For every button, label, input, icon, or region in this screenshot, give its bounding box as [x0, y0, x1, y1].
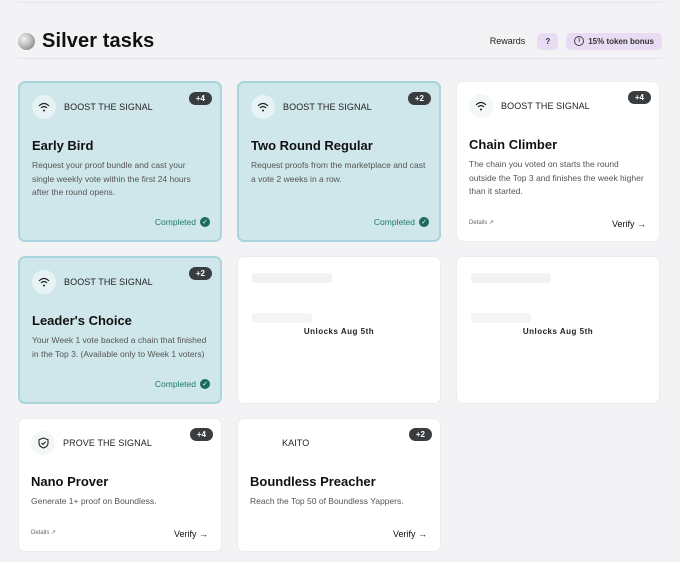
task-card-locked-1: Unlocks Aug 5th	[237, 256, 441, 404]
placeholder-bar	[471, 313, 531, 323]
check-circle-icon: ✓	[200, 379, 210, 389]
details-label: Details	[31, 530, 50, 536]
verify-button[interactable]: Verify →	[393, 529, 427, 539]
task-category: BOOST THE SIGNAL	[501, 101, 590, 111]
points-badge: +4	[189, 428, 213, 441]
points-badge: +2	[188, 267, 212, 280]
status-label: Completed	[373, 217, 415, 227]
task-description: Reach the Top 50 of Boundless Yappers.	[250, 496, 404, 506]
check-circle-icon: ✓	[419, 217, 429, 227]
shield-check-icon	[31, 431, 55, 455]
check-circle-icon: ✓	[200, 217, 210, 227]
task-name: Boundless Preacher	[250, 474, 376, 489]
task-description: The chain you voted on starts the round …	[469, 159, 644, 196]
task-name: Two Round Regular	[251, 138, 373, 153]
completed-status: Completed ✓	[374, 217, 429, 227]
token-bonus-label: 15% token bonus	[588, 36, 654, 46]
task-category: BOOST THE SIGNAL	[283, 102, 372, 112]
rewards-link[interactable]: Rewards	[490, 36, 526, 46]
task-card-chain-climber[interactable]: BOOST THE SIGNAL +4 Chain Climber The ch…	[456, 81, 660, 242]
task-card-nano-prover[interactable]: PROVE THE SIGNAL +4 Nano Prover Generate…	[18, 418, 222, 552]
placeholder-bar	[252, 273, 332, 283]
task-name: Chain Climber	[469, 137, 558, 152]
placeholder-bar	[471, 273, 551, 283]
page-title: Silver tasks	[42, 29, 155, 52]
verify-button[interactable]: Verify →	[174, 529, 208, 539]
details-link[interactable]: Details ↗	[31, 529, 56, 536]
top-border	[18, 2, 662, 3]
wifi-signal-icon	[32, 95, 56, 119]
task-description: Request your proof bundle and cast your …	[32, 160, 191, 197]
verify-label: Verify	[173, 529, 197, 539]
verify-label: Verify	[611, 219, 635, 229]
task-card-early-bird[interactable]: BOOST THE SIGNAL +4 Early Bird Request y…	[18, 81, 222, 242]
unlock-date-label: Unlocks Aug 5th	[303, 327, 375, 336]
task-category: BOOST THE SIGNAL	[64, 102, 153, 112]
task-description: Request proofs from the marketplace and …	[251, 160, 426, 184]
task-card-leaders-choice[interactable]: BOOST THE SIGNAL +2 Leader's Choice Your…	[18, 256, 222, 404]
task-description: Your Week 1 vote backed a chain that fin…	[32, 335, 207, 359]
header-divider	[18, 58, 662, 59]
external-link-icon: ↗	[51, 530, 57, 536]
details-link[interactable]: Details ↗	[469, 219, 494, 226]
task-name: Leader's Choice	[32, 313, 132, 328]
help-button[interactable]: ?	[537, 32, 559, 50]
details-label: Details	[469, 220, 488, 226]
placeholder-bar	[252, 313, 312, 323]
arrow-right-icon: →	[199, 529, 208, 539]
wifi-signal-icon	[32, 270, 56, 294]
unlock-date-label: Unlocks Aug 5th	[522, 327, 594, 336]
points-badge: +2	[408, 428, 432, 441]
points-badge: +4	[627, 91, 651, 104]
info-icon: i	[574, 36, 585, 46]
verify-label: Verify	[392, 529, 416, 539]
completed-status: Completed ✓	[155, 217, 210, 227]
task-category: KAITO	[282, 438, 310, 448]
task-card-boundless-preacher[interactable]: KAITO +2 Boundless Preacher Reach the To…	[237, 418, 441, 552]
status-label: Completed	[154, 217, 196, 227]
page-header: Silver tasks Rewards ? i 15% token bonus	[18, 26, 662, 56]
task-category: PROVE THE SIGNAL	[63, 438, 152, 448]
task-name: Nano Prover	[31, 474, 109, 489]
arrow-right-icon: →	[637, 219, 646, 229]
task-category: BOOST THE SIGNAL	[64, 277, 153, 287]
points-badge: +2	[407, 92, 431, 105]
task-card-locked-2: Unlocks Aug 5th	[456, 256, 660, 404]
arrow-right-icon: →	[418, 529, 427, 539]
points-badge: +4	[188, 92, 212, 105]
header-actions: Rewards ? i 15% token bonus	[490, 32, 662, 50]
silver-coin-icon	[18, 32, 35, 50]
token-bonus-badge[interactable]: i 15% token bonus	[566, 32, 662, 50]
task-name: Early Bird	[32, 138, 94, 153]
wifi-signal-icon	[469, 94, 493, 118]
wifi-signal-icon	[251, 95, 275, 119]
external-link-icon: ↗	[489, 220, 495, 226]
task-description: Generate 1+ proof on Boundless.	[31, 496, 157, 506]
status-label: Completed	[154, 379, 196, 389]
completed-status: Completed ✓	[155, 379, 210, 389]
task-card-two-round-regular[interactable]: BOOST THE SIGNAL +2 Two Round Regular Re…	[237, 81, 441, 242]
verify-button[interactable]: Verify →	[612, 219, 646, 229]
